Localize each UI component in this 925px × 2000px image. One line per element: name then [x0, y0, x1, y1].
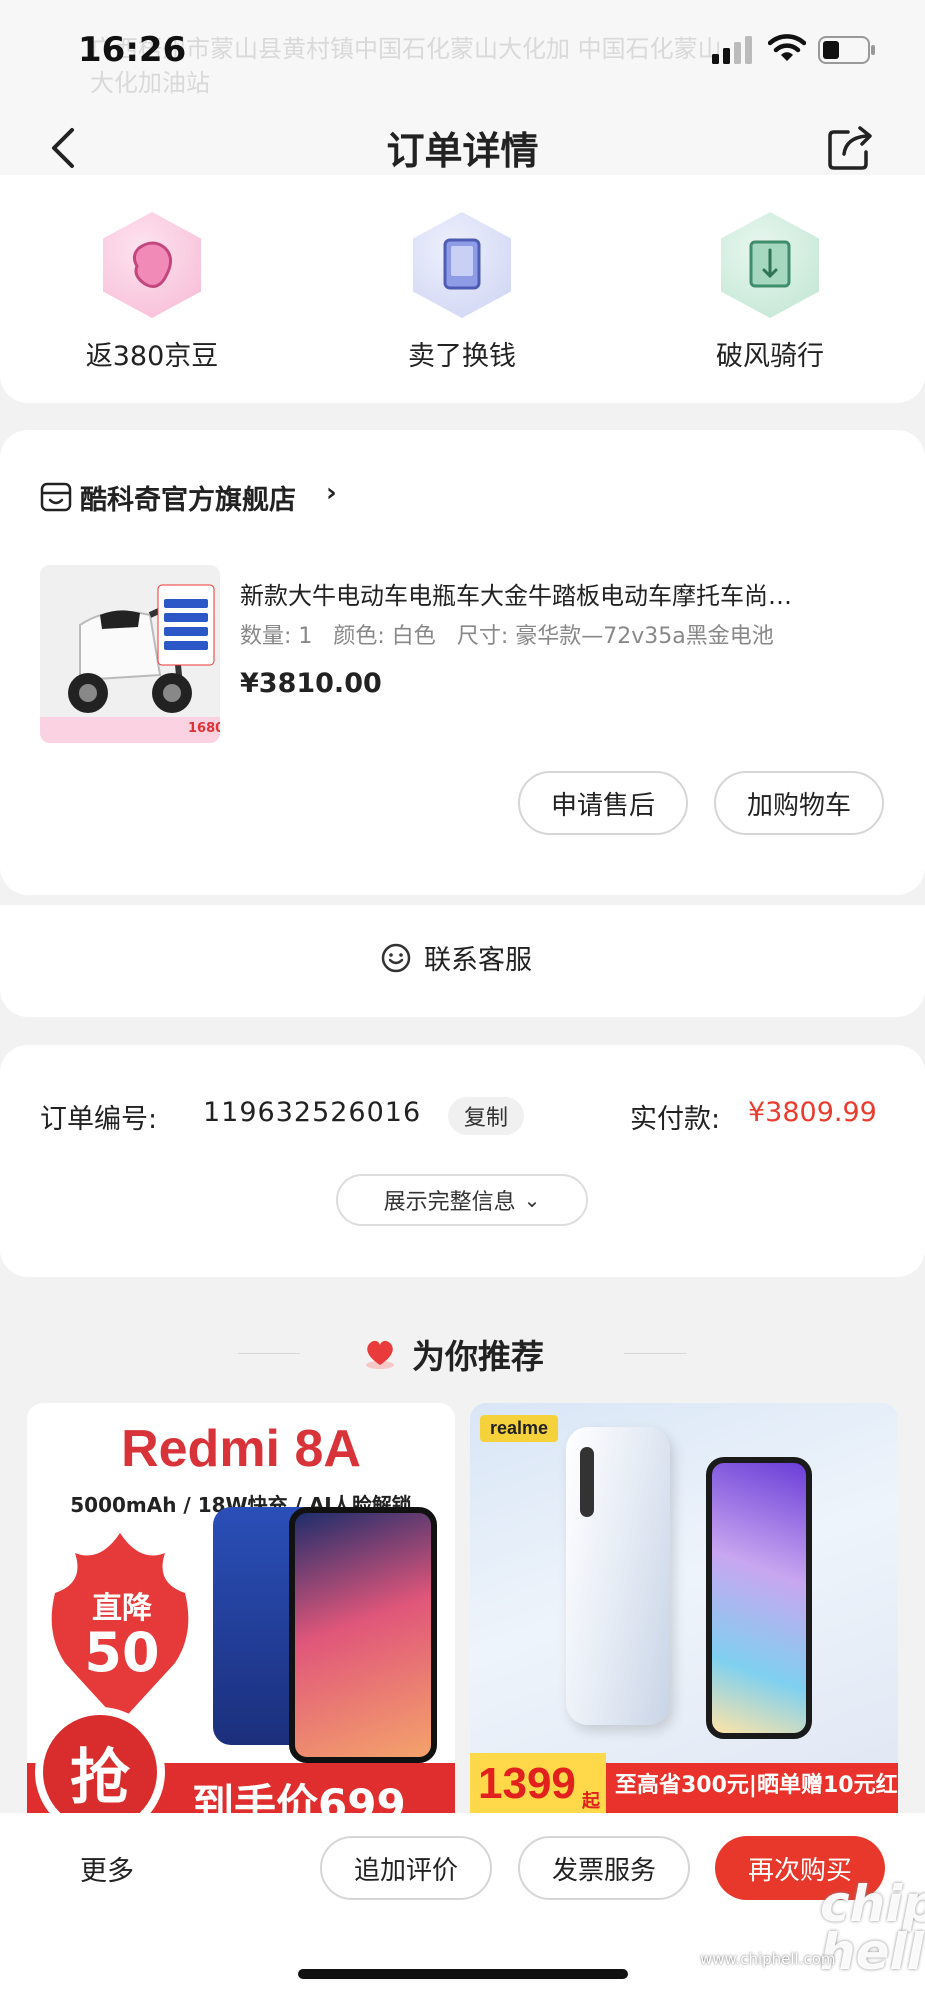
price-suffix: 起	[582, 1791, 600, 1812]
scooter-image	[40, 565, 220, 743]
expand-info-label: 展示完整信息	[383, 1190, 516, 1215]
promo-hex-bg	[103, 212, 201, 318]
status-time: 16:26	[78, 30, 187, 70]
recommend-item-realme[interactable]: realme 1399 起 至高省300元|晒单赠10元红包	[470, 1403, 898, 1813]
copy-button[interactable]: 复制	[448, 1097, 524, 1135]
recommend-item-redmi[interactable]: Redmi 8A 5000mAh / 18W快充 / AI人脸解锁 直降 50 …	[27, 1403, 455, 1813]
phone-image-front	[289, 1507, 437, 1763]
camera-module	[580, 1447, 594, 1517]
chevron-right-icon[interactable]: ›	[326, 478, 337, 508]
recommend-title: 为你推荐	[412, 1337, 544, 1376]
product-image[interactable]: 1680	[40, 565, 220, 743]
promo-label: 卖了换钱	[408, 341, 516, 372]
home-indicator	[298, 1969, 628, 1979]
recommend-item-title: Redmi 8A	[121, 1420, 361, 1478]
chevron-down-icon: ⌄	[523, 1188, 541, 1212]
promo-item-jingdou[interactable]: 返380京豆	[52, 212, 252, 372]
product-price: ¥3810.00	[240, 668, 382, 699]
after-sale-button[interactable]: 申请售后	[518, 771, 688, 835]
promo-text: 至高省300元|晒单赠10元红包	[615, 1773, 898, 1798]
promo-hex-bg	[413, 212, 511, 318]
watermark-url: www.chiphell.com	[700, 1950, 836, 1968]
door-icon	[749, 240, 791, 288]
promo-label: 返380京豆	[85, 341, 219, 372]
page-title: 订单详情	[386, 129, 539, 173]
recommend-price: 1399	[478, 1759, 576, 1808]
product-title[interactable]: 新款大牛电动车电瓶车大金牛踏板电动车摩托车尚…	[240, 576, 880, 611]
customer-service-icon[interactable]	[380, 942, 412, 974]
product-size: 尺寸: 豪华款—72v35a黑金电池	[456, 624, 774, 649]
promo-item-cycling[interactable]: 破风骑行	[670, 212, 870, 372]
order-number: 119632526016	[203, 1097, 422, 1128]
brand-tag: realme	[480, 1415, 559, 1442]
more-button[interactable]: 更多	[80, 1849, 134, 1888]
watermark: chip hell www.chiphell.com	[700, 1879, 925, 1980]
product-color: 颜色: 白色	[333, 624, 436, 649]
store-name[interactable]: 酷科奇官方旗舰店	[80, 478, 296, 517]
expand-info-button[interactable]: 展示完整信息 ⌄	[336, 1174, 588, 1226]
battery-icon	[818, 36, 875, 64]
customer-service-label[interactable]: 联系客服	[424, 938, 532, 977]
wifi-icon	[768, 34, 806, 61]
badge-number: 50	[84, 1621, 160, 1684]
divider-line	[238, 1353, 300, 1354]
paid-amount: ¥3809.99	[748, 1097, 877, 1128]
promo-hex-bg	[721, 212, 819, 318]
invoice-service-button[interactable]: 发票服务	[518, 1836, 690, 1900]
tablet-icon	[443, 238, 481, 290]
phone-image-front	[706, 1457, 812, 1739]
promo-label: 破风骑行	[716, 341, 824, 372]
signal-icon	[712, 36, 752, 64]
add-review-button[interactable]: 追加评价	[320, 1836, 492, 1900]
heart-icon	[366, 1340, 394, 1369]
product-qty: 数量: 1	[240, 624, 313, 649]
bean-icon	[132, 241, 172, 288]
add-to-cart-button[interactable]: 加购物车	[714, 771, 884, 835]
price-bar-text: 到手价699	[192, 1780, 406, 1813]
product-image-price-tag: 1680	[188, 721, 220, 736]
promo-item-sell[interactable]: 卖了换钱	[362, 212, 562, 372]
product-spec: 数量: 1 颜色: 白色 尺寸: 豪华款—72v35a黑金电池	[240, 618, 890, 650]
store-icon[interactable]	[40, 482, 72, 512]
share-icon[interactable]	[826, 122, 876, 172]
paid-label: 实付款:	[630, 1104, 721, 1135]
order-info-card	[0, 1045, 925, 1277]
divider-line	[624, 1353, 686, 1354]
order-number-label: 订单编号:	[40, 1104, 158, 1135]
